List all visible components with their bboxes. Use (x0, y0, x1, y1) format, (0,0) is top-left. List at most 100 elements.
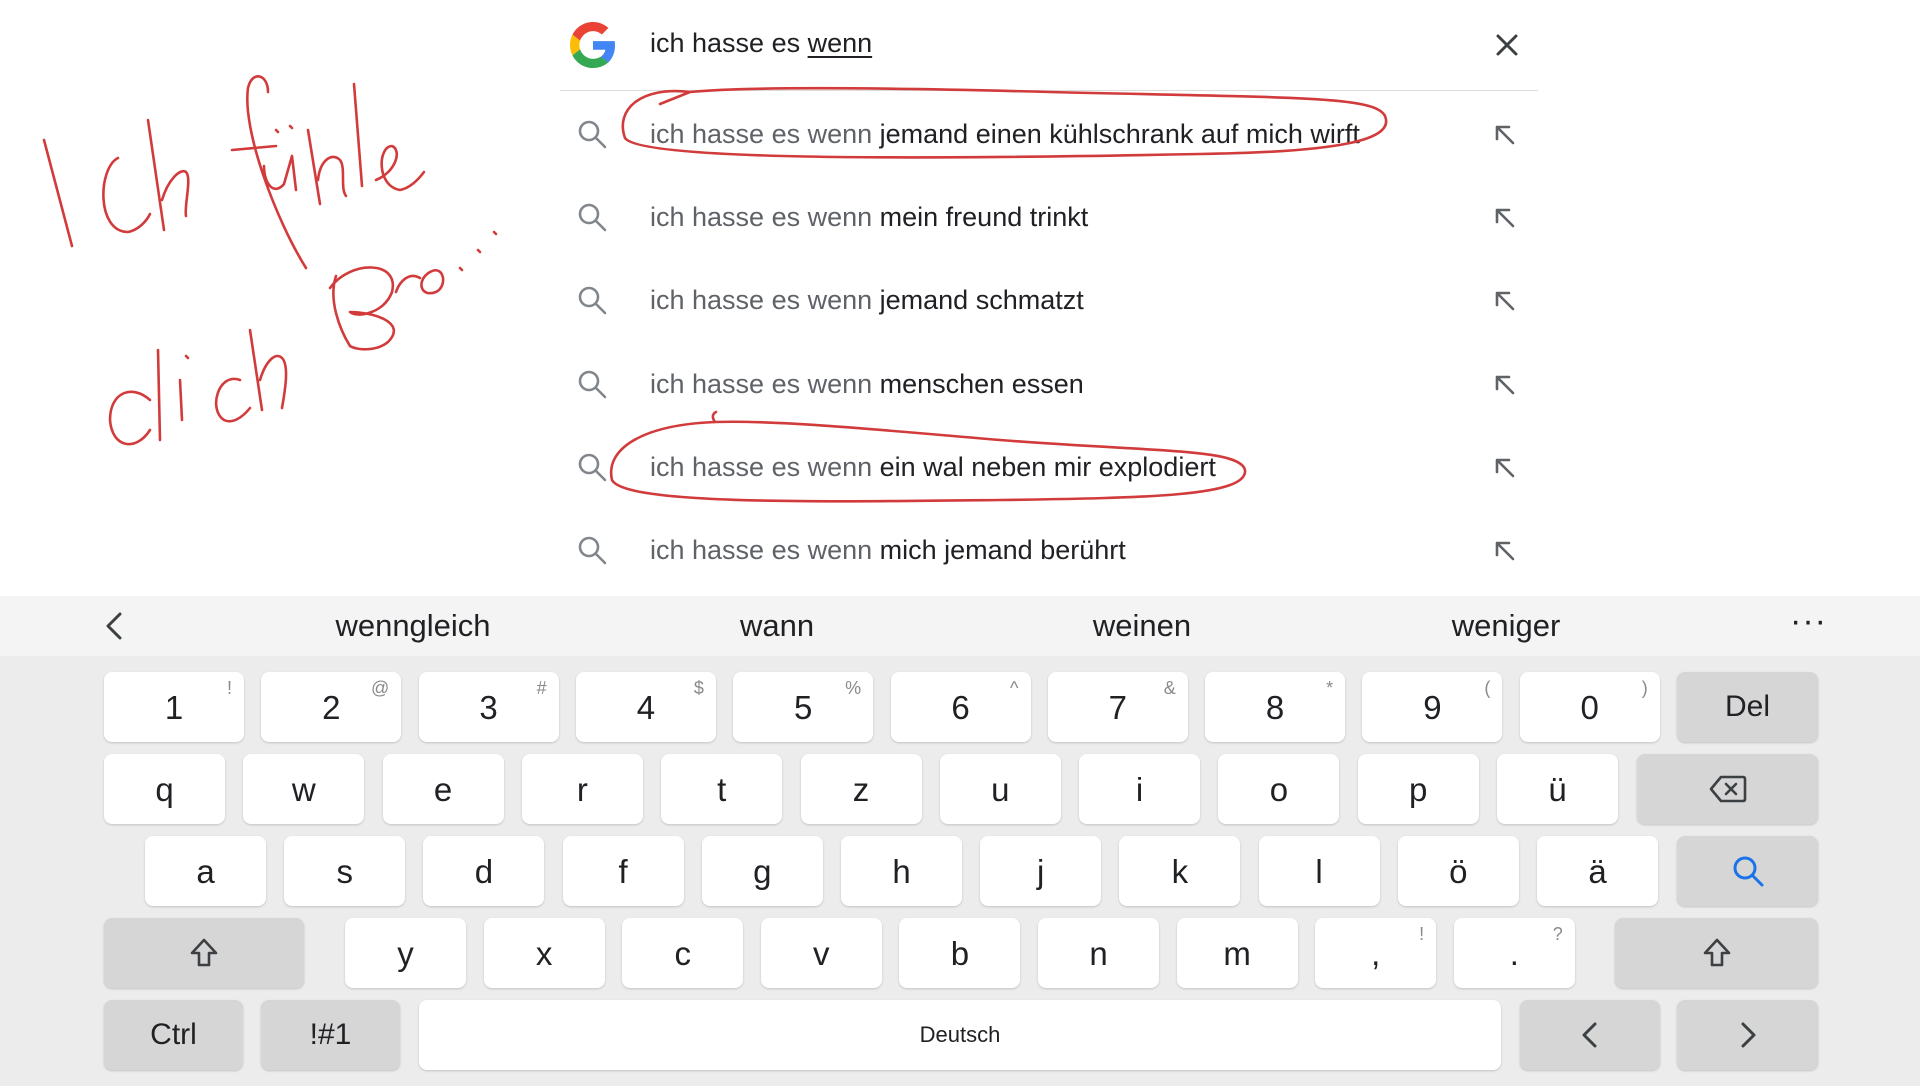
arrow-up-left-icon[interactable] (1490, 536, 1520, 566)
key-g[interactable]: g (701, 836, 823, 906)
key-j[interactable]: j (980, 836, 1102, 906)
prediction-word-2[interactable]: wann (740, 608, 814, 644)
key-0[interactable]: 0) (1519, 672, 1660, 742)
suggestion-item[interactable]: ich hasse es wenn menschen essen (560, 342, 1538, 425)
handwriting-Ich (42, 118, 190, 248)
key-ö[interactable]: ö (1397, 836, 1519, 906)
del-key[interactable]: Del (1677, 672, 1818, 742)
suggestion-text: ich hasse es wenn ein wal neben mir expl… (650, 452, 1216, 483)
key-1[interactable]: 1! (104, 672, 244, 742)
key-label: Deutsch (919, 1022, 1001, 1047)
suggestion-item[interactable]: ich hasse es wenn mein freund trinkt (560, 175, 1538, 258)
suggestion-item[interactable]: ich hasse es wenn jemand einen kühlschra… (560, 92, 1538, 175)
prediction-word-1[interactable]: wenngleich (335, 608, 490, 644)
cursor-left-key[interactable] (1520, 1000, 1660, 1070)
search-input[interactable]: ich hasse es wenn (650, 28, 872, 59)
arrow-up-left-icon[interactable] (1490, 203, 1520, 233)
search-icon (578, 453, 607, 482)
key-n[interactable]: n (1038, 918, 1159, 988)
key-label: l (1315, 852, 1323, 890)
key-comma[interactable]: ,! (1315, 918, 1437, 988)
key-q[interactable]: q (104, 754, 225, 824)
key-9[interactable]: 9( (1362, 672, 1503, 742)
key-k[interactable]: k (1119, 836, 1241, 906)
suggestion-list: ich hasse es wenn jemand einen kühlschra… (560, 92, 1538, 591)
google-g-logo (570, 22, 616, 68)
key-period[interactable]: .? (1453, 918, 1575, 988)
ctrl-key[interactable]: Ctrl (104, 1000, 243, 1070)
key-m[interactable]: m (1176, 918, 1298, 988)
key-6[interactable]: 6 ^ (890, 672, 1031, 742)
chevron-left-icon[interactable] (100, 610, 132, 642)
prediction-word-3[interactable]: weinen (1093, 608, 1191, 644)
search-icon (578, 120, 607, 149)
shift-key-left[interactable] (104, 918, 304, 988)
suggestion-item[interactable]: ich hasse es wenn mich jemand berührt (560, 508, 1538, 591)
key-ü[interactable]: ü (1497, 754, 1618, 824)
arrow-up-left-icon[interactable] (1490, 370, 1520, 400)
key-z[interactable]: z (800, 754, 922, 824)
key-label: z (852, 770, 870, 808)
close-icon[interactable] (1490, 28, 1524, 62)
key-label: j (1037, 852, 1045, 890)
key-label: i (1135, 770, 1144, 808)
key-y[interactable]: y (345, 918, 466, 988)
key-e[interactable]: e (382, 754, 504, 824)
key-b[interactable]: b (899, 918, 1021, 988)
key-label: ü (1548, 770, 1567, 808)
key-x[interactable]: x (483, 918, 605, 988)
key-d[interactable]: d (423, 836, 545, 906)
key-secondary-symbol: $ (693, 678, 704, 698)
key-2[interactable]: 2 @ (261, 672, 402, 742)
key-secondary-symbol: ? (1552, 924, 1563, 944)
key-label: b (950, 934, 970, 972)
backspace-key[interactable] (1637, 754, 1818, 824)
key-h[interactable]: h (841, 836, 962, 906)
suggestion-item[interactable]: ich hasse es wenn jemand schmatzt (560, 258, 1538, 341)
search-key[interactable] (1677, 836, 1818, 906)
key-s[interactable]: s (284, 836, 406, 906)
search-icon (1733, 856, 1763, 887)
key-r[interactable]: r (521, 754, 643, 824)
key-secondary-symbol: ! (1419, 924, 1425, 944)
key-w[interactable]: w (243, 754, 365, 824)
suggestion-text: ich hasse es wenn jemand schmatzt (650, 285, 1084, 316)
key-label: s (336, 852, 353, 890)
key-a[interactable]: a (145, 836, 266, 906)
cursor-right-key[interactable] (1677, 1000, 1818, 1070)
key-secondary-symbol: & (1163, 678, 1176, 698)
suggestion-item[interactable]: ich hasse es wenn ein wal neben mir expl… (560, 425, 1538, 508)
arrow-up-left-icon[interactable] (1490, 453, 1520, 483)
more-options-icon[interactable]: ··· (1790, 602, 1827, 641)
key-o[interactable]: o (1218, 754, 1340, 824)
key-u[interactable]: u (939, 754, 1061, 824)
key-label: r (576, 770, 588, 808)
key-label: 0 (1580, 688, 1599, 726)
arrow-up-left-icon[interactable] (1490, 120, 1520, 150)
suggestion-completion: menschen essen (879, 368, 1084, 399)
key-f[interactable]: f (562, 836, 684, 906)
key-p[interactable]: p (1357, 754, 1479, 824)
key-c[interactable]: c (622, 918, 744, 988)
key-4[interactable]: 4 $ (575, 672, 716, 742)
arrow-up-left-icon[interactable] (1490, 286, 1520, 316)
key-7[interactable]: 7 & (1047, 672, 1188, 742)
key-8[interactable]: 8 * (1205, 672, 1346, 742)
key-label: 8 (1265, 688, 1285, 726)
key-label: !#1 (309, 1018, 352, 1051)
key-label: k (1171, 852, 1189, 890)
key-i[interactable]: i (1079, 754, 1201, 824)
key-t[interactable]: t (661, 754, 783, 824)
symbols-key[interactable]: !#1 (261, 1000, 400, 1070)
key-5[interactable]: 5% (733, 672, 874, 742)
key-3[interactable]: 3 # (418, 672, 559, 742)
key-v[interactable]: v (760, 918, 882, 988)
key-ä[interactable]: ä (1537, 836, 1658, 906)
space-key[interactable]: Deutsch (419, 1000, 1501, 1070)
key-l[interactable]: l (1258, 836, 1380, 906)
key-label: t (717, 770, 727, 808)
key-label: c (674, 934, 691, 972)
handwriting-fuehle (230, 75, 426, 270)
prediction-word-4[interactable]: weniger (1452, 608, 1561, 644)
shift-key-right[interactable] (1615, 918, 1818, 988)
